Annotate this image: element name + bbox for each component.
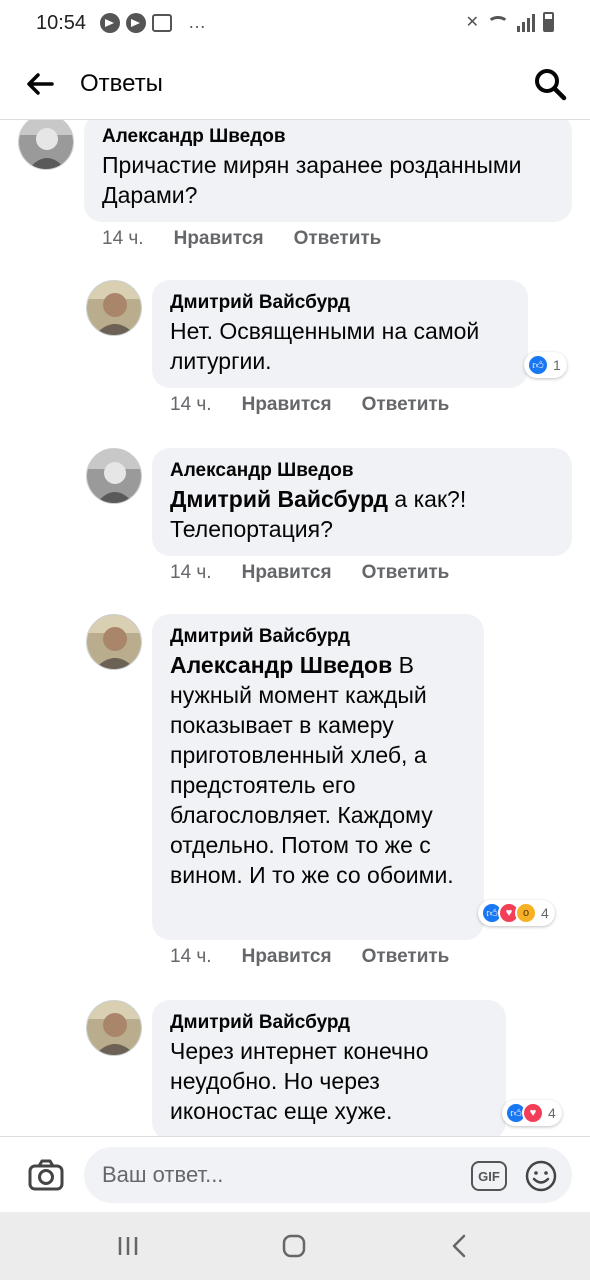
mention-link[interactable]: Дмитрий Вайсбурд	[170, 486, 388, 512]
arrow-left-icon[interactable]	[22, 66, 58, 102]
comment-author[interactable]: Александр Шведов	[170, 458, 556, 484]
gif-button[interactable]: GIF	[471, 1161, 507, 1191]
home-icon[interactable]	[274, 1230, 314, 1262]
like-button[interactable]: Нравится	[242, 946, 332, 968]
comment: Дмитрий Вайсбурд Нет. Освященными на сам…	[0, 280, 590, 420]
comment: Александр Шведов Дмитрий Вайсбурд а как?…	[0, 448, 590, 588]
comment-bubble[interactable]: Дмитрий Вайсбурд Александр Шведов В нужн…	[152, 614, 484, 940]
comment-actions: 14 ч. Нравится Ответить	[102, 228, 381, 250]
reply-button[interactable]: Ответить	[362, 394, 450, 416]
reply-button[interactable]: Ответить	[294, 228, 382, 250]
comment-text: Через интернет конечно неудобно. Но чере…	[170, 1038, 429, 1124]
comment-text: Причастие мирян заранее розданными Дарам…	[102, 152, 522, 208]
wifi-icon	[487, 16, 509, 32]
reply-button[interactable]: Ответить	[362, 946, 450, 968]
status-time: 10:54	[36, 12, 87, 34]
comment-time[interactable]: 14 ч.	[102, 228, 144, 250]
avatar[interactable]	[86, 280, 142, 336]
comment-actions: 14 ч. Нравится Ответить	[170, 394, 449, 416]
avatar[interactable]	[18, 120, 74, 170]
comment-actions: 14 ч. Нравится Ответить	[170, 946, 449, 968]
comment: Александр Шведов Причастие мирян заранее…	[0, 120, 590, 260]
mute-icon: ✕	[465, 14, 479, 31]
like-button[interactable]: Нравится	[242, 562, 332, 584]
reactions-count: 4	[548, 1105, 556, 1121]
signal-icon	[517, 14, 535, 32]
telegram-icon	[126, 12, 146, 33]
comment-text: Александр Шведов В нужный момент каждый …	[170, 650, 468, 890]
like-reaction-icon: 👍︎	[527, 354, 549, 376]
battery-icon	[543, 12, 554, 32]
mention-link[interactable]: Александр Шведов	[170, 652, 392, 678]
comment-text: Дмитрий Вайсбурд а как?! Телепортация?	[170, 484, 556, 544]
emoji-icon[interactable]	[524, 1159, 558, 1193]
comment-bubble[interactable]: Александр Шведов Причастие мирян заранее…	[84, 120, 572, 222]
search-icon[interactable]	[530, 64, 570, 104]
like-button[interactable]: Нравится	[242, 394, 332, 416]
system-navigation-bar	[0, 1212, 590, 1280]
comment-author[interactable]: Дмитрий Вайсбурд	[170, 290, 512, 316]
comment-time[interactable]: 14 ч.	[170, 946, 212, 968]
comment-bubble[interactable]: Александр Шведов Дмитрий Вайсбурд а как?…	[152, 448, 572, 556]
avatar[interactable]	[86, 448, 142, 504]
app-header: Ответы	[0, 48, 590, 120]
comment-author[interactable]: Дмитрий Вайсбурд	[170, 624, 468, 650]
reactions-summary[interactable]: 👍︎ ♥ 4	[502, 1100, 562, 1126]
recent-apps-icon[interactable]	[108, 1230, 148, 1262]
comment: Дмитрий Вайсбурд Александр Шведов В нужн…	[0, 614, 590, 974]
back-nav-icon[interactable]	[440, 1230, 480, 1262]
avatar[interactable]	[86, 1000, 142, 1056]
comment-author[interactable]: Александр Шведов	[102, 124, 556, 150]
comment: Дмитрий Вайсбурд Через интернет конечно …	[0, 1000, 590, 1136]
reply-button[interactable]: Ответить	[362, 562, 450, 584]
replies-thread[interactable]: Александр Шведов Причастие мирян заранее…	[0, 120, 590, 1136]
like-button[interactable]: Нравится	[174, 228, 264, 250]
comment-time[interactable]: 14 ч.	[170, 394, 212, 416]
reactions-count: 4	[541, 905, 549, 921]
telegram-icon	[100, 12, 120, 33]
comment-bubble[interactable]: Дмитрий Вайсбурд Через интернет конечно …	[152, 1000, 506, 1136]
reply-composer: GIF	[0, 1136, 590, 1212]
reactions-summary[interactable]: 👍︎ ♥ o 4	[478, 900, 555, 926]
avatar[interactable]	[86, 614, 142, 670]
comment-author[interactable]: Дмитрий Вайсбурд	[170, 1010, 490, 1036]
more-notifications-icon: …	[188, 12, 207, 32]
comment-text: Нет. Освященными на самой литургии.	[170, 318, 480, 374]
comment-body: В нужный момент каждый показывает в каме…	[170, 652, 454, 888]
image-icon	[152, 13, 172, 32]
comment-bubble[interactable]: Дмитрий Вайсбурд Нет. Освященными на сам…	[152, 280, 528, 388]
reactions-count: 1	[553, 357, 561, 373]
comment-time[interactable]: 14 ч.	[170, 562, 212, 584]
system-icons: ✕	[466, 12, 554, 32]
reactions-summary[interactable]: 👍︎ 1	[524, 352, 567, 378]
comment-actions: 14 ч. Нравится Ответить	[170, 562, 449, 584]
page-title: Ответы	[80, 70, 163, 97]
wow-reaction-icon: o	[515, 902, 537, 924]
love-reaction-icon: ♥	[522, 1102, 544, 1124]
notification-icons: …	[100, 12, 207, 33]
status-bar: 10:54 … ✕	[0, 0, 590, 48]
camera-icon[interactable]	[26, 1155, 66, 1195]
